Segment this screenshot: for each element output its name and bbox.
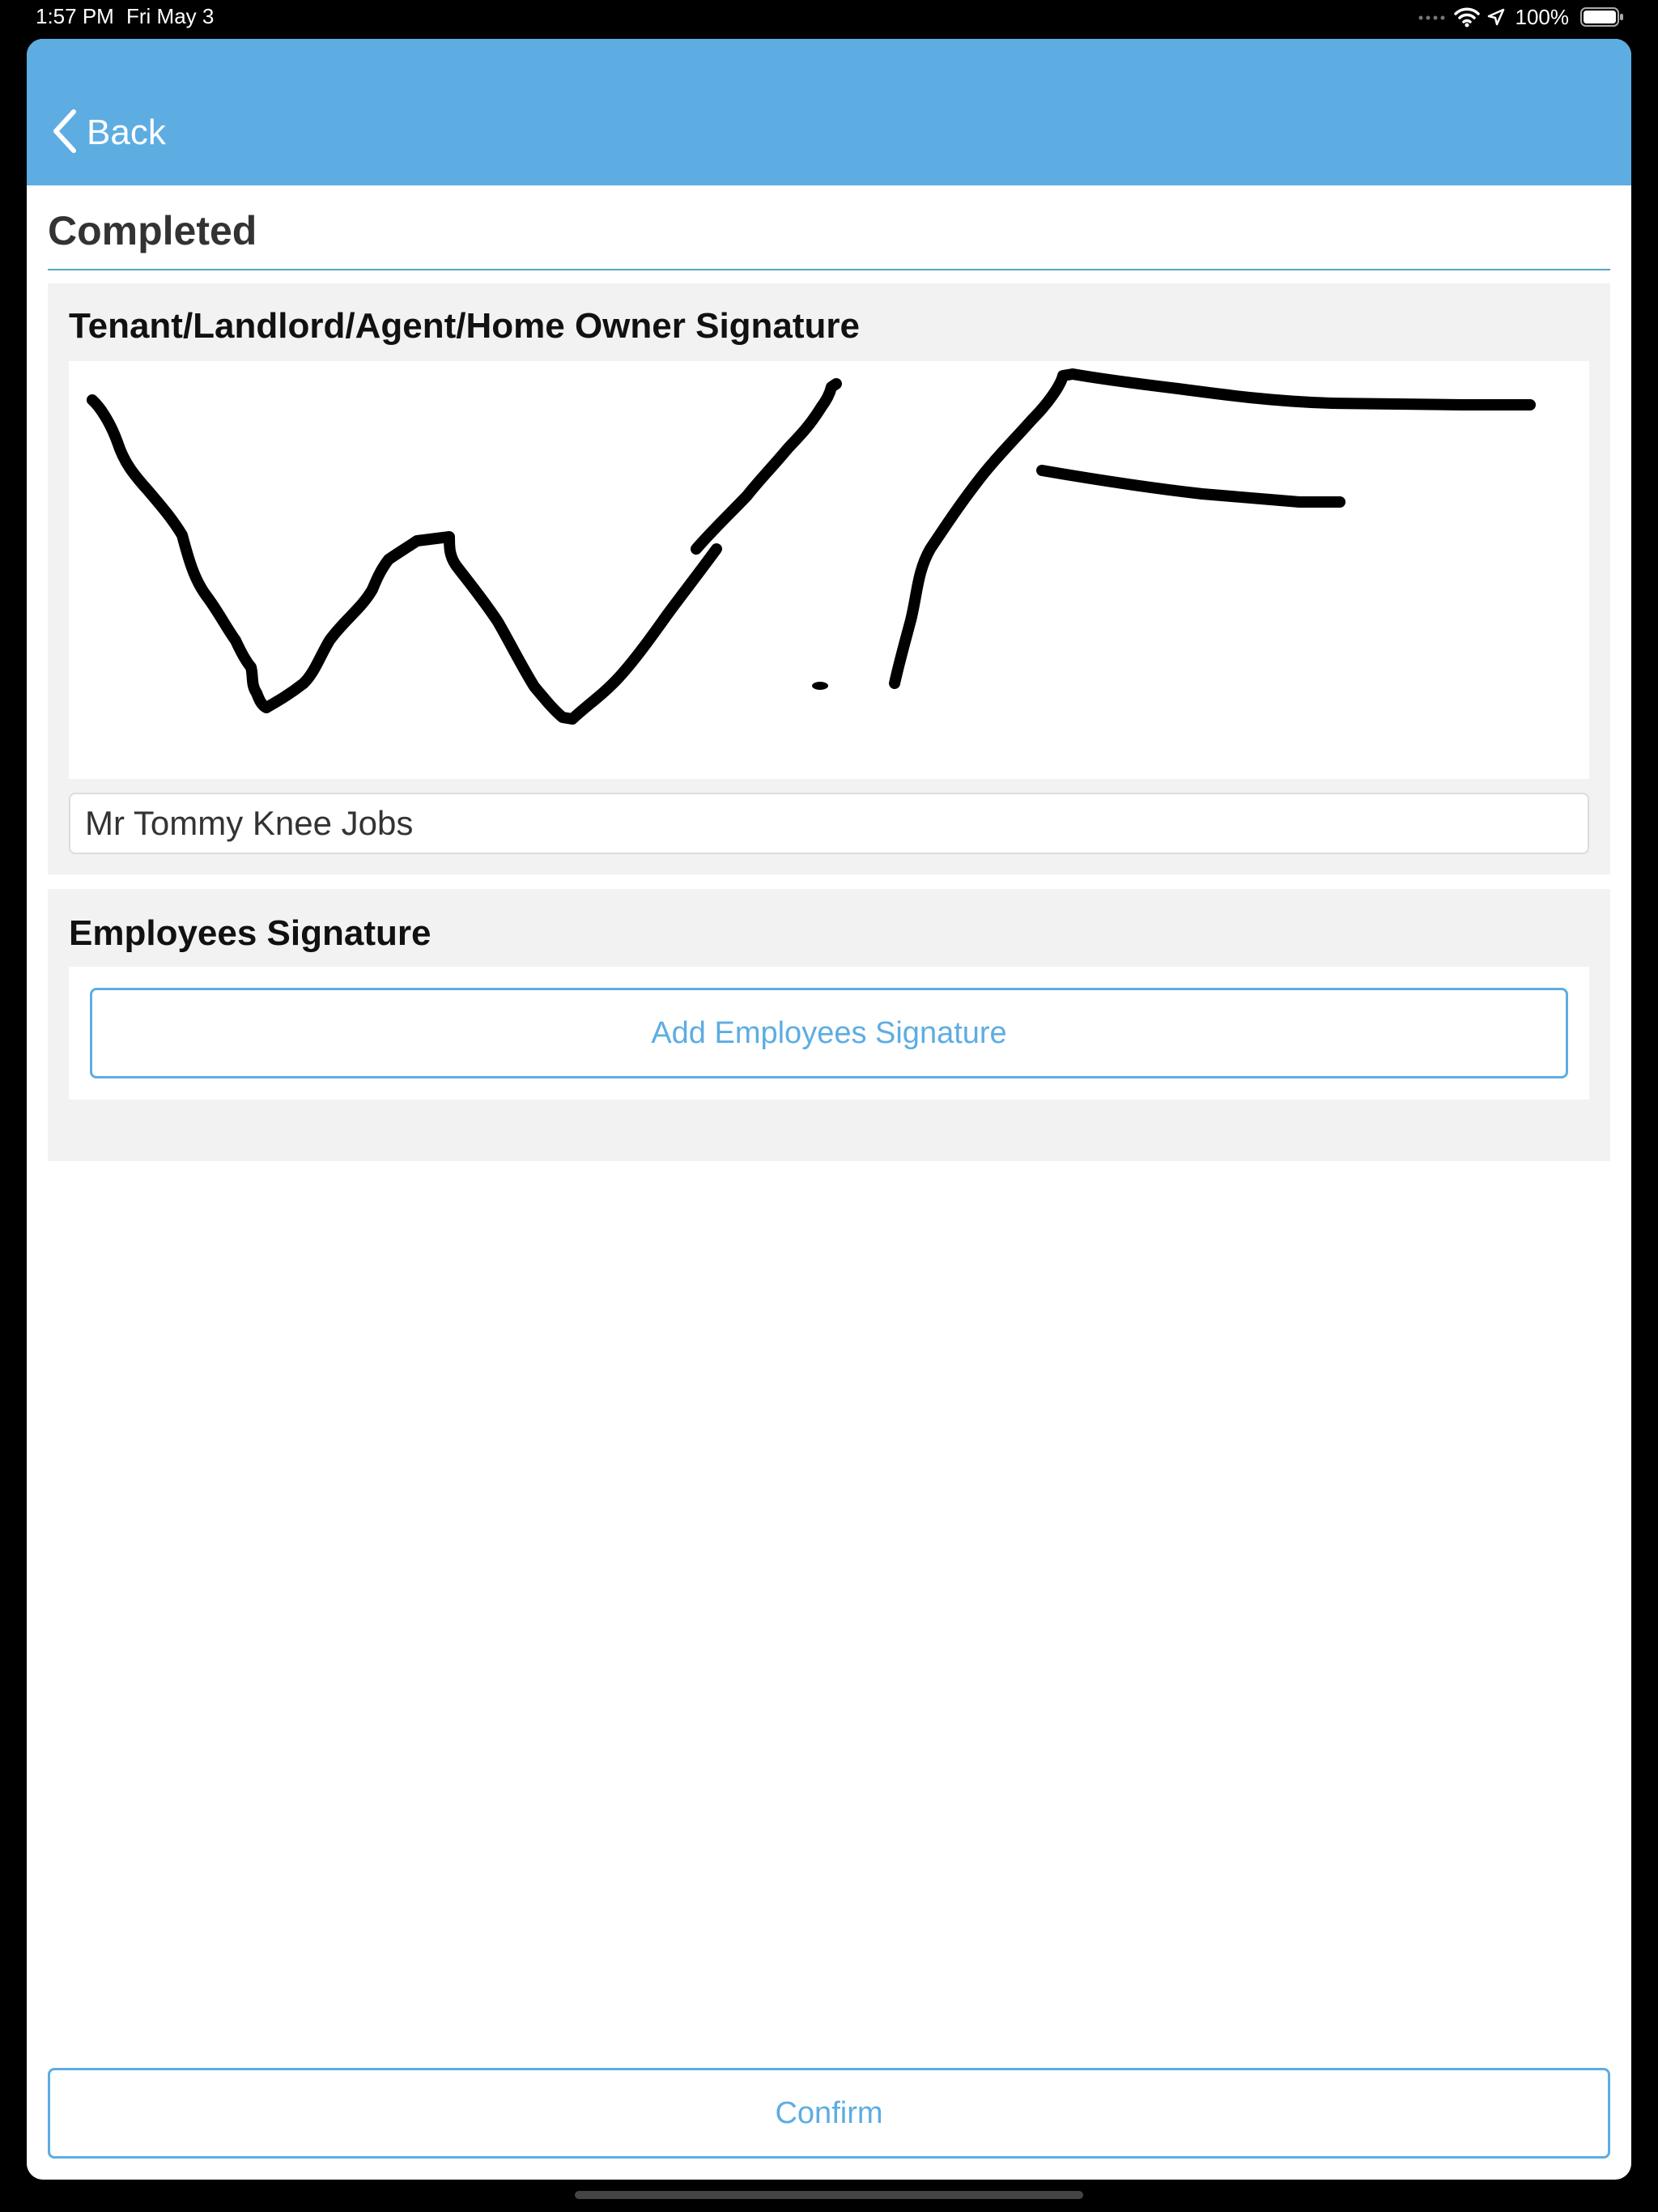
navigation-bar: Back bbox=[27, 39, 1631, 185]
battery-percent: 100% bbox=[1515, 4, 1570, 29]
page-title: Completed bbox=[48, 208, 257, 253]
title-divider bbox=[48, 269, 1610, 270]
signal-dots-icon bbox=[1418, 13, 1448, 21]
employee-signature-section: Employees Signature Add Employees Signat… bbox=[48, 889, 1610, 1161]
signature-drawing bbox=[87, 368, 1536, 725]
confirm-button[interactable]: Confirm bbox=[48, 2068, 1610, 2159]
battery-icon bbox=[1580, 7, 1624, 27]
back-label: Back bbox=[87, 113, 166, 152]
home-indicator[interactable] bbox=[575, 2191, 1083, 2199]
status-bar: 1:57 PM Fri May 3 100% bbox=[0, 0, 1658, 39]
status-date: Fri May 3 bbox=[126, 4, 215, 28]
signer-name-field[interactable] bbox=[69, 793, 1589, 854]
customer-signature-section: Tenant/Landlord/Agent/Home Owner Signatu… bbox=[48, 283, 1610, 874]
app-screen: Back Completed Tenant/Landlord/Agent/Hom… bbox=[27, 39, 1631, 2180]
employee-signature-heading: Employees Signature bbox=[69, 913, 432, 953]
customer-signature-heading: Tenant/Landlord/Agent/Home Owner Signatu… bbox=[69, 306, 861, 346]
status-time: 1:57 PM bbox=[36, 4, 114, 28]
back-button[interactable]: Back bbox=[51, 108, 166, 157]
add-employee-signature-button[interactable]: Add Employees Signature bbox=[90, 988, 1568, 1078]
customer-signature-pad[interactable] bbox=[69, 361, 1589, 779]
chevron-left-icon bbox=[51, 108, 79, 158]
employee-signature-container: Add Employees Signature bbox=[69, 967, 1589, 1100]
location-arrow-icon bbox=[1486, 7, 1506, 27]
status-indicators: 100% bbox=[1418, 3, 1625, 31]
wifi-icon bbox=[1453, 6, 1480, 28]
